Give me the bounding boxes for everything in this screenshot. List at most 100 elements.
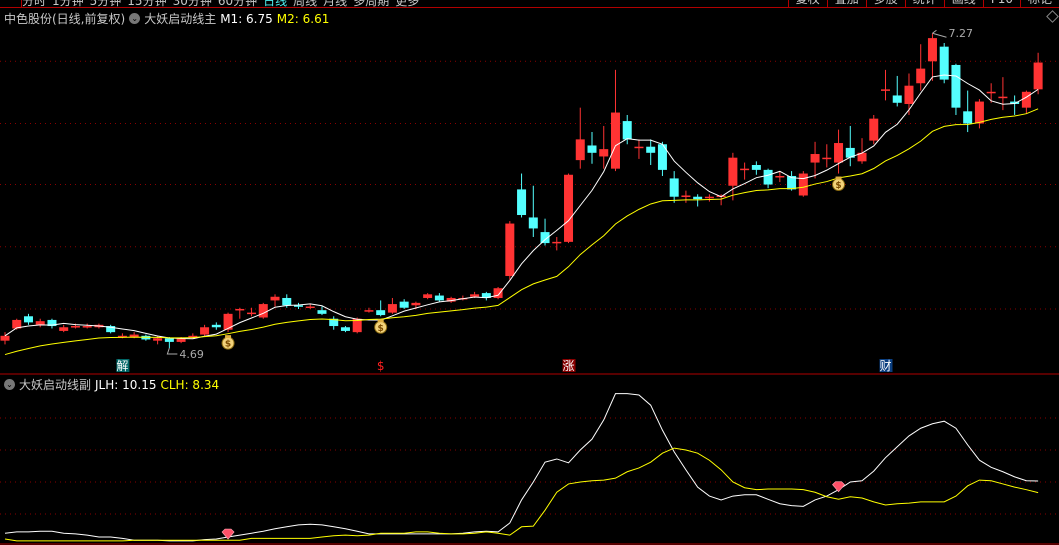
candle-body <box>963 111 973 124</box>
candle <box>810 141 820 179</box>
candle <box>376 300 386 317</box>
jlh-line <box>4 393 1039 542</box>
ma2-line <box>4 108 1039 356</box>
candle-body <box>247 312 257 315</box>
candle-body <box>892 95 902 103</box>
candle <box>575 107 585 169</box>
candle <box>294 302 303 309</box>
candle-body <box>587 145 597 153</box>
candle-body <box>528 217 538 229</box>
arrow-icon <box>932 29 947 38</box>
candle-body <box>305 306 315 309</box>
high-price-label: 7.27 <box>948 27 973 40</box>
event-tag[interactable]: 解 <box>116 359 130 373</box>
candle-body <box>740 168 750 171</box>
money-bag-neck <box>377 319 384 323</box>
candle <box>564 173 574 244</box>
clh-line <box>4 447 1039 542</box>
candle <box>728 152 738 201</box>
candle-body <box>70 326 80 328</box>
candle-body <box>951 64 961 108</box>
candle <box>599 125 609 169</box>
money-bag-symbol: $ <box>378 324 384 334</box>
candle <box>1010 95 1020 115</box>
candle-body <box>728 157 738 186</box>
candle-body <box>282 297 292 306</box>
candle <box>223 312 233 333</box>
candle <box>493 287 503 300</box>
candle <box>646 139 656 165</box>
event-tag-text: 涨 <box>563 358 575 373</box>
candle-body <box>575 139 585 161</box>
candle <box>387 297 397 314</box>
candle-body <box>59 327 69 331</box>
event-tag[interactable]: 财 <box>879 359 893 373</box>
candle-body <box>810 154 820 163</box>
candle-body <box>164 338 174 342</box>
event-tag[interactable]: 涨 <box>563 358 576 373</box>
candle <box>834 129 844 174</box>
candle <box>963 90 973 133</box>
candle <box>399 299 409 309</box>
candle-body <box>517 189 527 216</box>
candle <box>822 144 832 168</box>
candle <box>751 161 761 175</box>
candle <box>23 313 33 325</box>
candle-body <box>610 112 620 169</box>
candle-body <box>904 85 914 104</box>
gem-icon <box>832 481 846 493</box>
candle-body <box>1021 91 1031 108</box>
candle-body <box>387 304 397 313</box>
candle <box>657 141 667 176</box>
candle <box>59 324 69 333</box>
candle-body <box>704 196 714 199</box>
candle <box>693 194 703 207</box>
event-tag-text: 解 <box>116 359 128 373</box>
candle-body <box>434 295 444 301</box>
money-bag-symbol: $ <box>835 181 841 191</box>
event-tag[interactable]: $ <box>377 359 385 373</box>
candle <box>634 139 644 159</box>
money-bag-neck <box>835 176 842 180</box>
candle <box>200 324 210 336</box>
candle-body <box>986 91 996 94</box>
event-tag-text: $ <box>377 359 385 373</box>
candle-body <box>411 302 421 306</box>
candle-body <box>869 118 879 141</box>
candle-body <box>399 301 409 308</box>
candle-body <box>153 338 163 341</box>
candle <box>669 171 679 203</box>
candle-body <box>376 310 386 316</box>
candle <box>340 326 350 333</box>
money-bag-symbol: $ <box>225 340 231 350</box>
candle <box>481 291 491 301</box>
candle-body <box>916 68 926 84</box>
candle <box>35 318 45 328</box>
candle-body <box>270 296 280 301</box>
candle <box>845 125 855 167</box>
kline-chart[interactable]: 7.27 4.69 $ $ $ 解 $ 涨 财 <box>0 0 1059 545</box>
candle <box>258 302 268 319</box>
candle-body <box>0 335 10 341</box>
candle <box>106 324 116 334</box>
candle-body <box>493 288 503 298</box>
candle-body <box>646 146 656 153</box>
candle-body <box>35 321 45 325</box>
candle-body <box>423 294 433 298</box>
candle-body <box>505 223 515 277</box>
candle-body <box>927 38 937 62</box>
arrow-icon <box>166 347 178 355</box>
candle <box>939 43 949 84</box>
candle <box>998 77 1008 111</box>
candle <box>434 293 444 302</box>
candle-body <box>974 101 984 124</box>
event-tag-text: 财 <box>879 359 891 373</box>
candle <box>904 73 914 115</box>
candle <box>610 69 620 172</box>
candle <box>787 171 797 191</box>
candle-body <box>998 96 1008 99</box>
candle-body <box>200 327 210 335</box>
candle <box>951 63 961 115</box>
candle-body <box>340 327 350 331</box>
candle-body <box>552 241 562 244</box>
